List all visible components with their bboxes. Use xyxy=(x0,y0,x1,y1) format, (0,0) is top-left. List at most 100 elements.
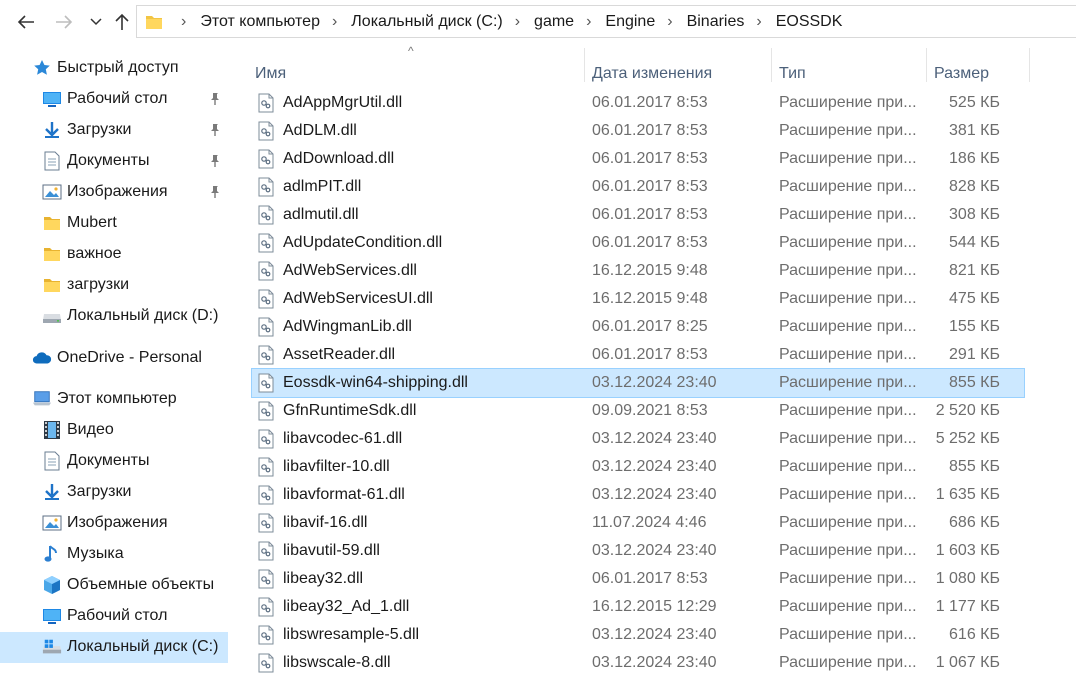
file-row[interactable]: libavformat-61.dll 03.12.2024 23:40 Расшир… xyxy=(252,481,1024,509)
column-header-size[interactable]: Размер xyxy=(934,54,1030,94)
file-row[interactable]: libavcodec-61.dll 03.12.2024 23:40 Расшире… xyxy=(252,425,1024,453)
file-row[interactable]: GfnRuntimeSdk.dll 09.09.2021 8:53 Расширен… xyxy=(252,397,1024,425)
sidebar-item[interactable]: OneDrive - Personal xyxy=(0,343,228,374)
folder-icon xyxy=(42,275,62,295)
recent-locations-button[interactable] xyxy=(82,8,110,36)
file-row[interactable]: AdUpdateCondition.dll 06.01.2017 8:53 Расш… xyxy=(252,229,1024,257)
column-header-label: Размер xyxy=(934,65,989,82)
column-header-type[interactable]: Тип xyxy=(779,54,924,94)
breadcrumb-separator[interactable]: › xyxy=(332,13,337,31)
sidebar-item[interactable]: загрузки xyxy=(0,270,228,301)
sidebar-item[interactable]: Изображения xyxy=(0,177,228,208)
file-type: Расширение при... xyxy=(779,374,917,391)
file-size: 186 КБ xyxy=(949,150,1000,167)
sidebar-item-label: Рабочий стол xyxy=(67,90,168,107)
file-row[interactable]: libswscale-8.dll 03.12.2024 23:40 Расширен… xyxy=(252,649,1024,677)
file-row[interactable]: libavif-16.dll 11.07.2024 4:46 Расширение … xyxy=(252,509,1024,537)
sidebar-item-label: Быстрый доступ xyxy=(57,59,179,76)
file-size: 291 КБ xyxy=(949,346,1000,363)
breadcrumb-item[interactable]: EOSSDK xyxy=(776,13,843,31)
file-row[interactable]: Eossdk-win64-shipping.dll 03.12.2024 23:4… xyxy=(251,368,1025,398)
dll-file-icon xyxy=(258,261,274,281)
column-divider[interactable] xyxy=(926,48,927,82)
pictures-icon xyxy=(42,513,62,533)
sidebar-item[interactable]: Загрузки xyxy=(0,477,228,508)
breadcrumb-item[interactable]: Binaries xyxy=(687,13,745,31)
sidebar-item-label: загрузки xyxy=(67,276,130,293)
documents-icon xyxy=(42,151,62,171)
sidebar-item[interactable]: важное xyxy=(0,239,228,270)
column-header-name[interactable]: Имя xyxy=(255,54,585,94)
file-size: 2 520 КБ xyxy=(935,402,1000,419)
file-date: 03.12.2024 23:40 xyxy=(592,374,717,391)
file-row[interactable]: libswresample-5.dll 03.12.2024 23:40 Расши… xyxy=(252,621,1024,649)
sidebar-item[interactable]: Документы xyxy=(0,446,228,477)
file-row[interactable]: libeay32_Ad_1.dll 16.12.2015 12:29 Расшире… xyxy=(252,593,1024,621)
sidebar-item-label: Локальный диск (D:) xyxy=(67,307,219,324)
file-row[interactable]: AdAppMgrUtil.dll 06.01.2017 8:53 Расширени… xyxy=(252,89,1024,117)
file-type: Расширение при... xyxy=(779,318,917,335)
sidebar-item[interactable]: Локальный диск (D:) xyxy=(0,301,228,332)
sidebar-item[interactable]: Быстрый доступ xyxy=(0,53,228,84)
file-type: Расширение при... xyxy=(779,178,917,195)
column-divider[interactable] xyxy=(584,48,585,82)
file-row[interactable]: AdWebServices.dll 16.12.2015 9:48 Расширен… xyxy=(252,257,1024,285)
file-row[interactable]: AdWebServicesUI.dll 16.12.2015 9:48 Расшир… xyxy=(252,285,1024,313)
sidebar-item[interactable]: Музыка xyxy=(0,539,228,570)
sidebar-item[interactable]: Документы xyxy=(0,146,228,177)
pin-icon xyxy=(208,92,222,106)
sidebar-item[interactable]: Изображения xyxy=(0,508,228,539)
file-row[interactable]: libavfilter-10.dll 03.12.2024 23:40 Расшир… xyxy=(252,453,1024,481)
sidebar-item[interactable]: Загрузки xyxy=(0,115,228,146)
file-row[interactable]: AssetReader.dll 06.01.2017 8:53 Расширение… xyxy=(252,341,1024,369)
dll-file-icon xyxy=(258,597,274,617)
sidebar-item[interactable]: Mubert xyxy=(0,208,228,239)
file-type: Расширение при... xyxy=(779,262,917,279)
column-header-date[interactable]: Дата изменения xyxy=(592,54,772,94)
breadcrumb-item[interactable]: Локальный диск (C:) xyxy=(351,13,502,31)
sidebar-item[interactable]: Рабочий стол xyxy=(0,84,228,115)
file-row[interactable]: AdWingmanLib.dll 06.01.2017 8:25 Расширени… xyxy=(252,313,1024,341)
breadcrumb-item[interactable]: Этот компьютер xyxy=(200,13,320,31)
sidebar-item-label: Локальный диск (C:) xyxy=(67,638,219,655)
file-name: AdUpdateCondition.dll xyxy=(283,234,443,251)
column-divider[interactable] xyxy=(771,48,772,82)
file-size: 1 635 КБ xyxy=(935,486,1000,503)
sidebar-item[interactable]: Этот компьютер xyxy=(0,384,228,415)
file-row[interactable]: AdDownload.dll 06.01.2017 8:53 Расширение … xyxy=(252,145,1024,173)
chevron-down-icon xyxy=(90,18,102,26)
breadcrumb-separator[interactable]: › xyxy=(515,13,520,31)
breadcrumb-separator[interactable]: › xyxy=(667,13,672,31)
file-type: Расширение при... xyxy=(779,570,917,587)
file-name: libswresample-5.dll xyxy=(283,626,420,643)
up-button[interactable] xyxy=(108,8,136,36)
folder-icon xyxy=(146,15,162,29)
breadcrumb-separator[interactable]: › xyxy=(586,13,591,31)
sidebar-item[interactable]: Объемные объекты xyxy=(0,570,228,601)
file-type: Расширение при... xyxy=(779,458,917,475)
file-row[interactable]: adlmutil.dll 06.01.2017 8:53 Расширение пр… xyxy=(252,201,1024,229)
drive-icon xyxy=(42,306,62,326)
forward-button[interactable] xyxy=(50,8,78,36)
address-bar[interactable]: › Этот компьютер › Локальный диск (C:) ›… xyxy=(136,5,1076,38)
file-row[interactable]: libavutil-59.dll 03.12.2024 23:40 Расширен… xyxy=(252,537,1024,565)
file-size: 855 КБ xyxy=(949,458,1000,475)
file-row[interactable]: AdDLM.dll 06.01.2017 8:53 Расширение при..… xyxy=(252,117,1024,145)
file-date: 06.01.2017 8:53 xyxy=(592,122,708,139)
sidebar-item[interactable]: Локальный диск (C:) xyxy=(0,632,228,663)
column-divider[interactable] xyxy=(1029,48,1030,82)
file-type: Расширение при... xyxy=(779,542,917,559)
breadcrumb-separator[interactable]: › xyxy=(756,13,761,31)
file-name: AdWingmanLib.dll xyxy=(283,318,412,335)
sidebar-item[interactable]: Видео xyxy=(0,415,228,446)
sidebar-item[interactable]: Рабочий стол xyxy=(0,601,228,632)
breadcrumb-item[interactable]: Engine xyxy=(605,13,655,31)
breadcrumb-item[interactable]: game xyxy=(534,13,574,31)
file-row[interactable]: libeay32.dll 06.01.2017 8:53 Расширение пр… xyxy=(252,565,1024,593)
sidebar-item-label: Загрузки xyxy=(67,121,132,138)
file-size: 544 КБ xyxy=(949,234,1000,251)
sidebar-item-label: Mubert xyxy=(67,214,117,231)
back-button[interactable] xyxy=(12,8,40,36)
file-row[interactable]: adlmPIT.dll 06.01.2017 8:53 Расширение при… xyxy=(252,173,1024,201)
file-name: libavutil-59.dll xyxy=(283,542,380,559)
